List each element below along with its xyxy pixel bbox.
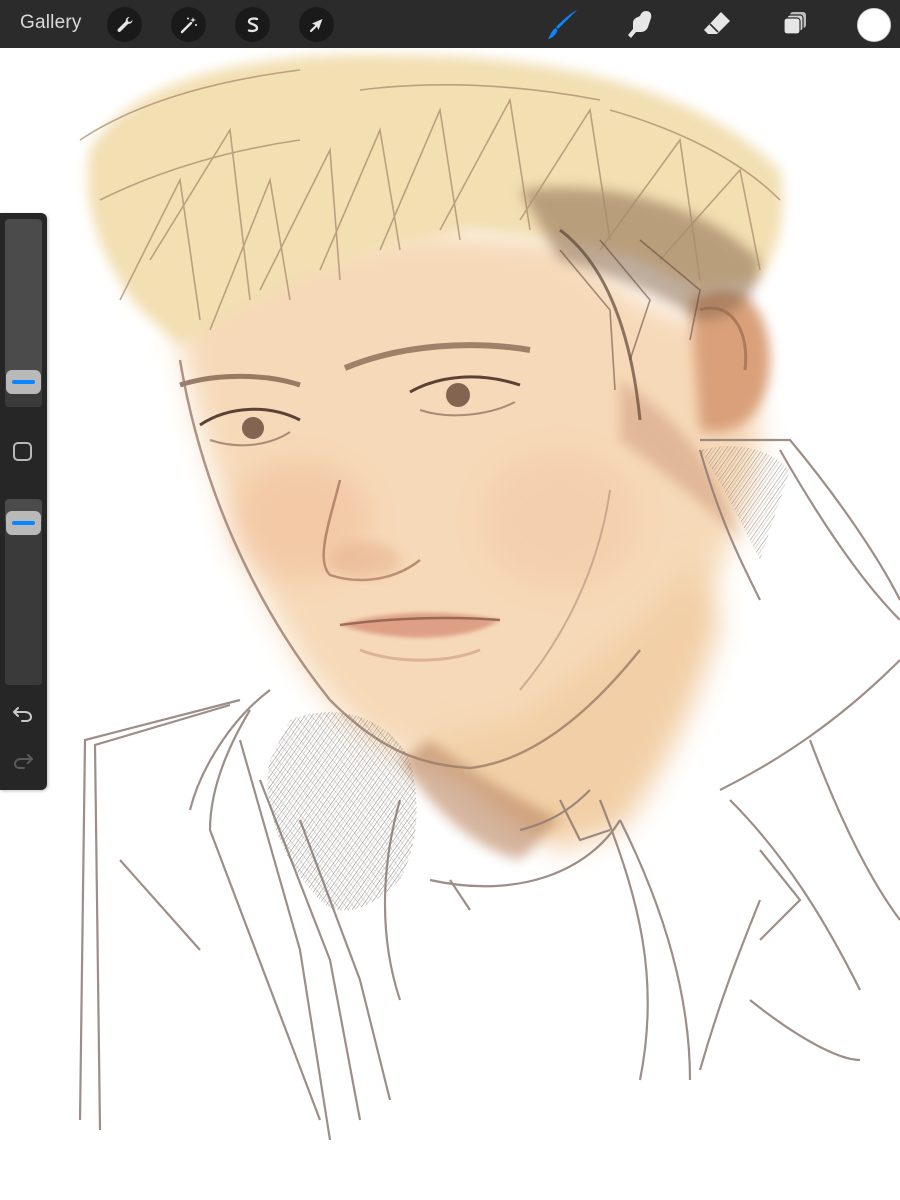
selection-s-icon [247,16,258,32]
left-sidebar [0,213,47,790]
portrait-artwork [78,54,900,1141]
brush-tool-button[interactable] [545,6,581,42]
layers-button[interactable] [777,6,813,42]
smudge-finger-icon [628,11,652,38]
brush-icon [548,10,577,39]
color-picker-swatch[interactable] [857,8,891,42]
arrow-cursor-icon [309,18,322,32]
wrench-icon [116,16,132,32]
face-shading [175,230,770,860]
undo-arrow-icon [13,707,33,722]
redo-arrow-icon [13,754,33,769]
layers-icon [783,12,806,35]
magic-wand-icon [180,16,197,33]
eraser-tool-button[interactable] [699,6,735,42]
undo-button[interactable] [10,703,36,725]
brush-size-slider[interactable] [5,219,42,407]
opacity-slider[interactable] [5,499,42,685]
top-toolbar: Gallery [0,0,900,48]
eraser-icon [704,12,730,34]
actions-button[interactable] [107,7,142,42]
brush-size-handle[interactable] [6,370,41,394]
smudge-tool-button[interactable] [622,6,658,42]
opacity-fill [5,521,42,685]
drawing-canvas[interactable] [0,48,900,1200]
redo-button[interactable] [10,750,36,772]
square-modify-icon[interactable] [13,442,32,461]
gallery-button[interactable]: Gallery [20,12,82,34]
transform-button[interactable] [299,7,334,42]
opacity-handle[interactable] [6,511,41,535]
selection-button[interactable] [235,7,270,42]
adjustments-button[interactable] [171,7,206,42]
